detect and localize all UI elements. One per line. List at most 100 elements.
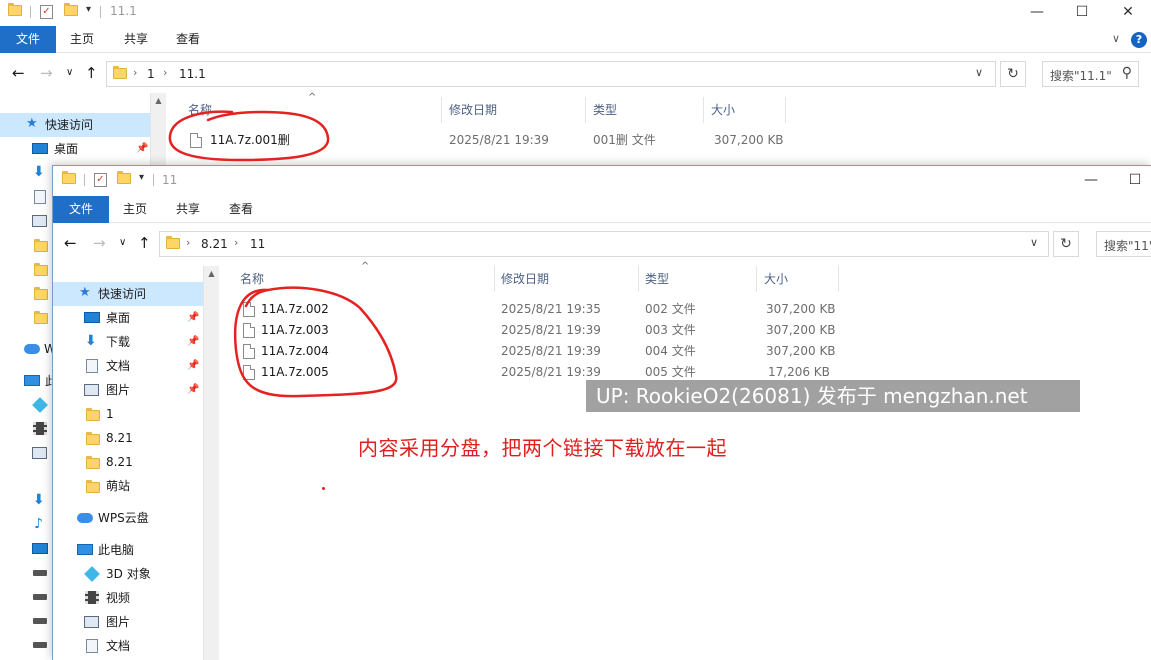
nav-item-pictures[interactable]	[0, 441, 52, 465]
tab-file[interactable]: 文件	[0, 26, 56, 53]
minimize-button[interactable]: —	[1014, 0, 1060, 26]
column-header-type[interactable]: 类型	[645, 264, 669, 294]
column-divider[interactable]	[638, 266, 639, 292]
nav-item-folder[interactable]	[0, 257, 52, 281]
nav-item-pictures[interactable]: 图片 📌	[53, 378, 203, 402]
nav-item-wps-cloud[interactable]: WPS云盘	[53, 506, 203, 530]
up-arrow-icon[interactable]: ↑	[85, 65, 98, 81]
column-divider[interactable]	[838, 266, 839, 292]
nav-item-folder-mengzhan[interactable]: 萌站	[53, 474, 203, 498]
table-row[interactable]: 11A.7z.002 2025/8/21 19:35 002 文件 307,20…	[219, 299, 919, 320]
nav-item-folder[interactable]	[0, 281, 52, 305]
nav-scrollbar[interactable]: ▲	[203, 266, 219, 660]
address-dropdown-icon[interactable]: ∨	[1030, 236, 1038, 249]
nav-item-this-pc[interactable]: 此	[0, 369, 57, 393]
refresh-button[interactable]: ↻	[1053, 231, 1079, 257]
help-icon[interactable]: ?	[1131, 32, 1147, 48]
tab-home[interactable]: 主页	[115, 196, 155, 223]
nav-item-desktop[interactable]: 桌面 📌	[53, 306, 203, 330]
properties-icon[interactable]: ✓	[40, 5, 54, 19]
search-input[interactable]: 搜索"11"	[1096, 231, 1151, 257]
table-row[interactable]: 11A.7z.003 2025/8/21 19:39 003 文件 307,20…	[219, 320, 919, 341]
customize-toolbar-icon[interactable]: ▾	[86, 4, 91, 15]
column-divider[interactable]	[703, 97, 704, 123]
nav-item-desktop[interactable]	[0, 537, 52, 561]
column-divider[interactable]	[441, 97, 442, 123]
back-arrow-icon[interactable]: ←	[64, 235, 77, 251]
address-bar[interactable]: › 1 › 11.1 ∨	[106, 61, 996, 87]
column-header-type[interactable]: 类型	[593, 95, 617, 125]
nav-item-pictures[interactable]: 图片	[53, 610, 203, 634]
tab-view[interactable]: 查看	[168, 26, 208, 53]
table-row[interactable]: 11A.7z.004 2025/8/21 19:39 004 文件 307,20…	[219, 341, 919, 362]
column-divider[interactable]	[756, 266, 757, 292]
tab-file[interactable]: 文件	[53, 196, 109, 223]
column-header-name[interactable]: 名称	[188, 95, 212, 125]
up-arrow-icon[interactable]: ↑	[138, 235, 151, 251]
scroll-up-icon[interactable]: ▲	[151, 93, 166, 109]
new-folder-icon[interactable]	[117, 171, 131, 187]
customize-toolbar-icon[interactable]: ▾	[139, 172, 144, 183]
column-divider[interactable]	[785, 97, 786, 123]
nav-item-folder-8-21[interactable]: 8.21	[53, 426, 203, 450]
nav-item-quick-access[interactable]: ★ 快速访问	[0, 113, 150, 137]
nav-item-quick-access[interactable]: ★ 快速访问	[53, 282, 203, 306]
nav-item-drive[interactable]	[0, 585, 52, 609]
nav-item-folder-8-21[interactable]: 8.21	[53, 450, 203, 474]
nav-item-this-pc[interactable]: 此电脑	[53, 538, 203, 562]
forward-arrow-icon[interactable]: →	[40, 65, 53, 81]
column-header-date[interactable]: 修改日期	[449, 95, 497, 125]
maximize-button[interactable]: ☐	[1112, 168, 1151, 194]
breadcrumb-item[interactable]: 11	[250, 237, 265, 251]
close-button[interactable]: ✕	[1105, 0, 1151, 26]
nav-item-drive[interactable]	[0, 609, 52, 633]
tab-view[interactable]: 查看	[221, 196, 261, 223]
nav-item-downloads[interactable]: ⬇ 下载 📌	[53, 330, 203, 354]
column-header-size[interactable]: 大小	[764, 264, 788, 294]
nav-item-documents[interactable]	[0, 185, 52, 209]
nav-item-downloads[interactable]: ⬇	[0, 161, 52, 185]
back-arrow-icon[interactable]: ←	[12, 65, 25, 81]
column-header-size[interactable]: 大小	[711, 95, 735, 125]
breadcrumb-item[interactable]: 11.1	[179, 67, 206, 81]
nav-item-drive[interactable]	[0, 633, 52, 657]
nav-item-3d-objects[interactable]: 3D 对象	[53, 562, 203, 586]
nav-item-folder[interactable]	[0, 305, 52, 329]
column-header-date[interactable]: 修改日期	[501, 264, 549, 294]
nav-item-videos[interactable]: 视频	[53, 586, 203, 610]
breadcrumb-item[interactable]: 8.21	[201, 237, 228, 251]
nav-item-videos[interactable]	[0, 417, 52, 441]
address-bar[interactable]: › 8.21 › 11 ∨	[159, 231, 1049, 257]
breadcrumb-item[interactable]: 1	[147, 67, 155, 81]
minimize-button[interactable]: —	[1068, 168, 1114, 194]
nav-item-music[interactable]: ♪	[0, 513, 52, 537]
nav-item-documents[interactable]: 文档 📌	[53, 354, 203, 378]
tab-share[interactable]: 共享	[116, 26, 156, 53]
nav-item-3d-objects[interactable]	[0, 393, 52, 417]
tab-share[interactable]: 共享	[168, 196, 208, 223]
column-divider[interactable]	[585, 97, 586, 123]
expand-ribbon-icon[interactable]: ∨	[1112, 32, 1120, 45]
nav-item-desktop[interactable]: 桌面 📌	[0, 137, 150, 161]
recent-locations-icon[interactable]: ∨	[119, 235, 126, 251]
nav-item-folder-1[interactable]: 1	[53, 402, 203, 426]
nav-item-folder[interactable]	[0, 233, 52, 257]
forward-arrow-icon[interactable]: →	[93, 235, 106, 251]
table-row[interactable]: 11A.7z.001删 2025/8/21 19:39 001删 文件 307,…	[168, 130, 868, 151]
tab-home[interactable]: 主页	[62, 26, 102, 53]
nav-item-documents[interactable]: 文档	[53, 634, 203, 658]
column-divider[interactable]	[494, 266, 495, 292]
nav-item-wps-cloud[interactable]: W	[0, 337, 56, 361]
nav-item-downloads[interactable]: ⬇	[0, 489, 52, 513]
maximize-button[interactable]: ☐	[1059, 0, 1105, 26]
new-folder-icon[interactable]	[64, 3, 78, 19]
column-header-name[interactable]: 名称	[240, 264, 264, 294]
nav-item-pictures[interactable]	[0, 209, 52, 233]
scroll-up-icon[interactable]: ▲	[204, 266, 219, 282]
address-dropdown-icon[interactable]: ∨	[975, 66, 983, 79]
recent-locations-icon[interactable]: ∨	[66, 65, 73, 81]
refresh-button[interactable]: ↻	[1000, 61, 1026, 87]
properties-icon[interactable]: ✓	[94, 173, 108, 187]
nav-item-drive[interactable]	[0, 561, 52, 585]
search-input[interactable]: 搜索"11.1" ⚲	[1042, 61, 1139, 87]
